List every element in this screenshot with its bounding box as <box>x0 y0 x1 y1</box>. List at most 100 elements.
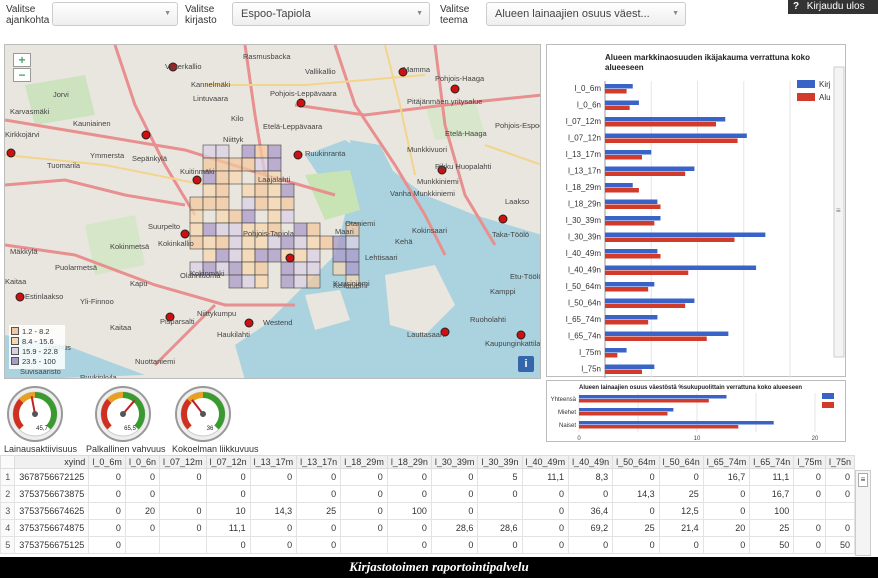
table-cell: 11,1 <box>205 519 251 537</box>
place-label: Estinlaakso <box>25 292 63 301</box>
bar <box>605 320 649 325</box>
table-cell: 0 <box>824 519 855 537</box>
table-cell: 3753756674625 <box>14 502 90 520</box>
column-header[interactable]: l_07_12n <box>205 455 251 469</box>
logout-link[interactable]: Kirjaudu ulos <box>807 1 865 12</box>
column-header[interactable]: l_13_17n <box>296 455 342 469</box>
y-tick-label: l_18_29m <box>566 183 601 192</box>
y-tick-label: Naiset <box>559 423 576 429</box>
grid-cell <box>228 235 243 250</box>
table-cell: 0 <box>793 468 826 486</box>
info-icon[interactable]: i <box>518 356 534 372</box>
column-header[interactable]: l_65_74m <box>702 455 751 469</box>
forest-area <box>25 75 95 125</box>
bar <box>605 298 695 303</box>
scroll-handle[interactable]: ≡ <box>858 473 868 487</box>
legend-label: 1.2 - 8.2 <box>22 327 50 336</box>
table-row[interactable]: 3 3753756674625 0 20 0 10 14,3 25 0 100 0 0 36,4 0 12,… <box>0 502 855 520</box>
bar <box>605 105 630 110</box>
column-header[interactable]: l_50_64m <box>612 455 660 469</box>
table-cell: 14,3 <box>249 502 298 520</box>
column-header[interactable]: l_0_6m <box>88 455 126 469</box>
column-header[interactable]: l_07_12m <box>158 455 207 469</box>
table-cell: 25 <box>658 485 704 503</box>
bar <box>605 84 633 89</box>
column-header[interactable]: l_50_64n <box>658 455 704 469</box>
table-row[interactable]: 4 3753756674875 0 0 0 11,1 0 0 0 0 28,6 28,6 0 69,2 25… <box>0 519 855 537</box>
grid-cell <box>202 222 217 237</box>
grid-cell <box>241 144 256 159</box>
zoom-in-button[interactable]: + <box>13 53 31 67</box>
column-header[interactable]: l_30_39n <box>477 455 523 469</box>
column-header[interactable]: l_18_29m <box>340 455 388 469</box>
zoom-out-button[interactable]: − <box>13 68 31 82</box>
grid-cell <box>215 235 230 250</box>
place-label: Karvasmäki <box>10 107 50 116</box>
library-select[interactable]: Espoo-Tapiola ▼ <box>232 2 430 26</box>
road <box>5 178 186 207</box>
grid-cell <box>332 235 347 250</box>
column-header[interactable]: l_0_6n <box>124 455 160 469</box>
y-tick-label: l_07_12n <box>568 134 601 143</box>
map-canvas[interactable]: Vihterkallio Rasmusbacka Mamma Kannelmäki Va… <box>5 45 541 379</box>
help-icon[interactable]: ? <box>788 0 804 14</box>
grid-cell <box>215 209 230 224</box>
column-header[interactable]: l_65_74n <box>749 455 795 469</box>
column-header[interactable]: l_40_49n <box>568 455 614 469</box>
table-cell: 0 <box>124 468 160 486</box>
table-cell: 3753756673875 <box>14 485 90 503</box>
bar <box>579 399 709 403</box>
theme-select[interactable]: Alueen lainaajien osuus väest... ▼ <box>486 2 686 26</box>
grid-cell <box>267 209 282 224</box>
column-header[interactable]: l_75n <box>824 455 855 469</box>
grid-cell <box>345 248 360 263</box>
y-tick-label: l_30_39m <box>566 216 601 225</box>
legend-label: 15.9 - 22.8 <box>22 347 58 356</box>
table-cell: 0 <box>612 502 660 520</box>
library-marker <box>6 148 16 158</box>
place-label: Pohjois-Tapiola <box>243 229 295 238</box>
gauge-label: Palkallinen vahvuus <box>86 444 166 454</box>
place-label: Kirkkojärvi <box>5 130 40 139</box>
table-cell: 0 <box>793 536 826 554</box>
table-cell: 21,4 <box>658 519 704 537</box>
period-select[interactable]: ▼ <box>52 2 178 26</box>
column-header[interactable]: l_40_49m <box>521 455 570 469</box>
table-cell: 0 <box>477 536 523 554</box>
place-label: Ruoholahti <box>470 315 506 324</box>
place-label: Ruukinkyla <box>80 373 118 379</box>
table-row[interactable]: 5 3753756675125 0 0 0 0 0 0 0 0 0 0 0 0 50 0 50 <box>0 536 855 554</box>
column-header[interactable]: l_30_39m <box>430 455 479 469</box>
table-cell: 36,4 <box>568 502 614 520</box>
bar <box>605 254 661 259</box>
table-cell: 0 <box>249 536 298 554</box>
bar <box>579 412 668 416</box>
place-label: Etelä-Leppävaara <box>263 122 323 131</box>
library-label: Valitse kirjasto <box>185 4 217 26</box>
place-label: Yli-Finnoo <box>80 297 114 306</box>
column-header[interactable]: l_75m <box>793 455 826 469</box>
place-label: Kuitinmäki <box>180 167 215 176</box>
table-cell: 0 <box>124 485 160 503</box>
map[interactable]: Vihterkallio Rasmusbacka Mamma Kannelmäki Va… <box>4 44 541 379</box>
column-header[interactable]: l_18_29n <box>386 455 432 469</box>
table-row[interactable]: 1 3678756672125 0 0 0 0 0 0 0 0 0 5 11,1 8,3 0 0 16,7 11,… <box>0 468 855 486</box>
bar <box>605 348 627 353</box>
table-cell: 0 <box>88 519 126 537</box>
place-label: Taka-Töölö <box>492 230 529 239</box>
table-cell: 0 <box>702 485 751 503</box>
table-cell: 0 <box>296 536 342 554</box>
table-row[interactable]: 2 3753756673875 0 0 0 0 0 0 0 0 0 0 14,3 25 0 16,7 0 0 <box>0 485 855 503</box>
column-header[interactable]: xyind <box>14 455 90 469</box>
grid-cell <box>254 248 269 263</box>
library-marker <box>450 84 460 94</box>
column-header[interactable]: l_13_17m <box>249 455 298 469</box>
y-tick-label: l_65_74m <box>566 315 601 324</box>
y-tick-label: l_50_64n <box>568 299 601 308</box>
table-cell: 10 <box>205 502 251 520</box>
table-scrollbar[interactable]: ≡ <box>855 470 871 556</box>
bar <box>605 166 695 171</box>
table-cell: 69,2 <box>568 519 614 537</box>
table-cell: 28,6 <box>430 519 479 537</box>
gauge-1: 45,7 <box>7 386 63 442</box>
